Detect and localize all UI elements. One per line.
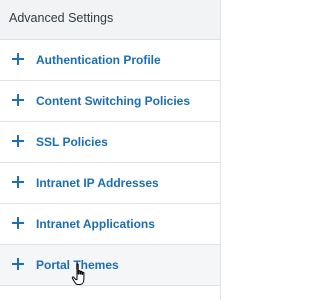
add-ssl-policies[interactable]: SSL Policies [0,122,220,163]
plus-icon [12,135,24,147]
add-content-switching-policies[interactable]: Content Switching Policies [0,81,220,122]
add-intranet-applications[interactable]: Intranet Applications [0,204,220,245]
plus-icon [12,217,24,229]
plus-icon [12,258,24,270]
panel-title: Advanced Settings [0,0,220,40]
plus-icon [12,53,24,65]
advanced-settings-panel: Advanced Settings Authentication Profile… [0,0,221,300]
add-authentication-profile[interactable]: Authentication Profile [0,40,220,81]
item-label: Intranet IP Addresses [36,176,159,190]
item-label: Portal Themes [36,258,119,272]
plus-icon [12,176,24,188]
add-portal-themes[interactable]: Portal Themes [0,245,220,286]
item-label: Intranet Applications [36,217,155,231]
add-intranet-ip-addresses[interactable]: Intranet IP Addresses [0,163,220,204]
plus-icon [12,94,24,106]
item-label: Content Switching Policies [36,94,191,108]
item-label: SSL Policies [36,135,108,149]
item-label: Authentication Profile [36,53,161,67]
